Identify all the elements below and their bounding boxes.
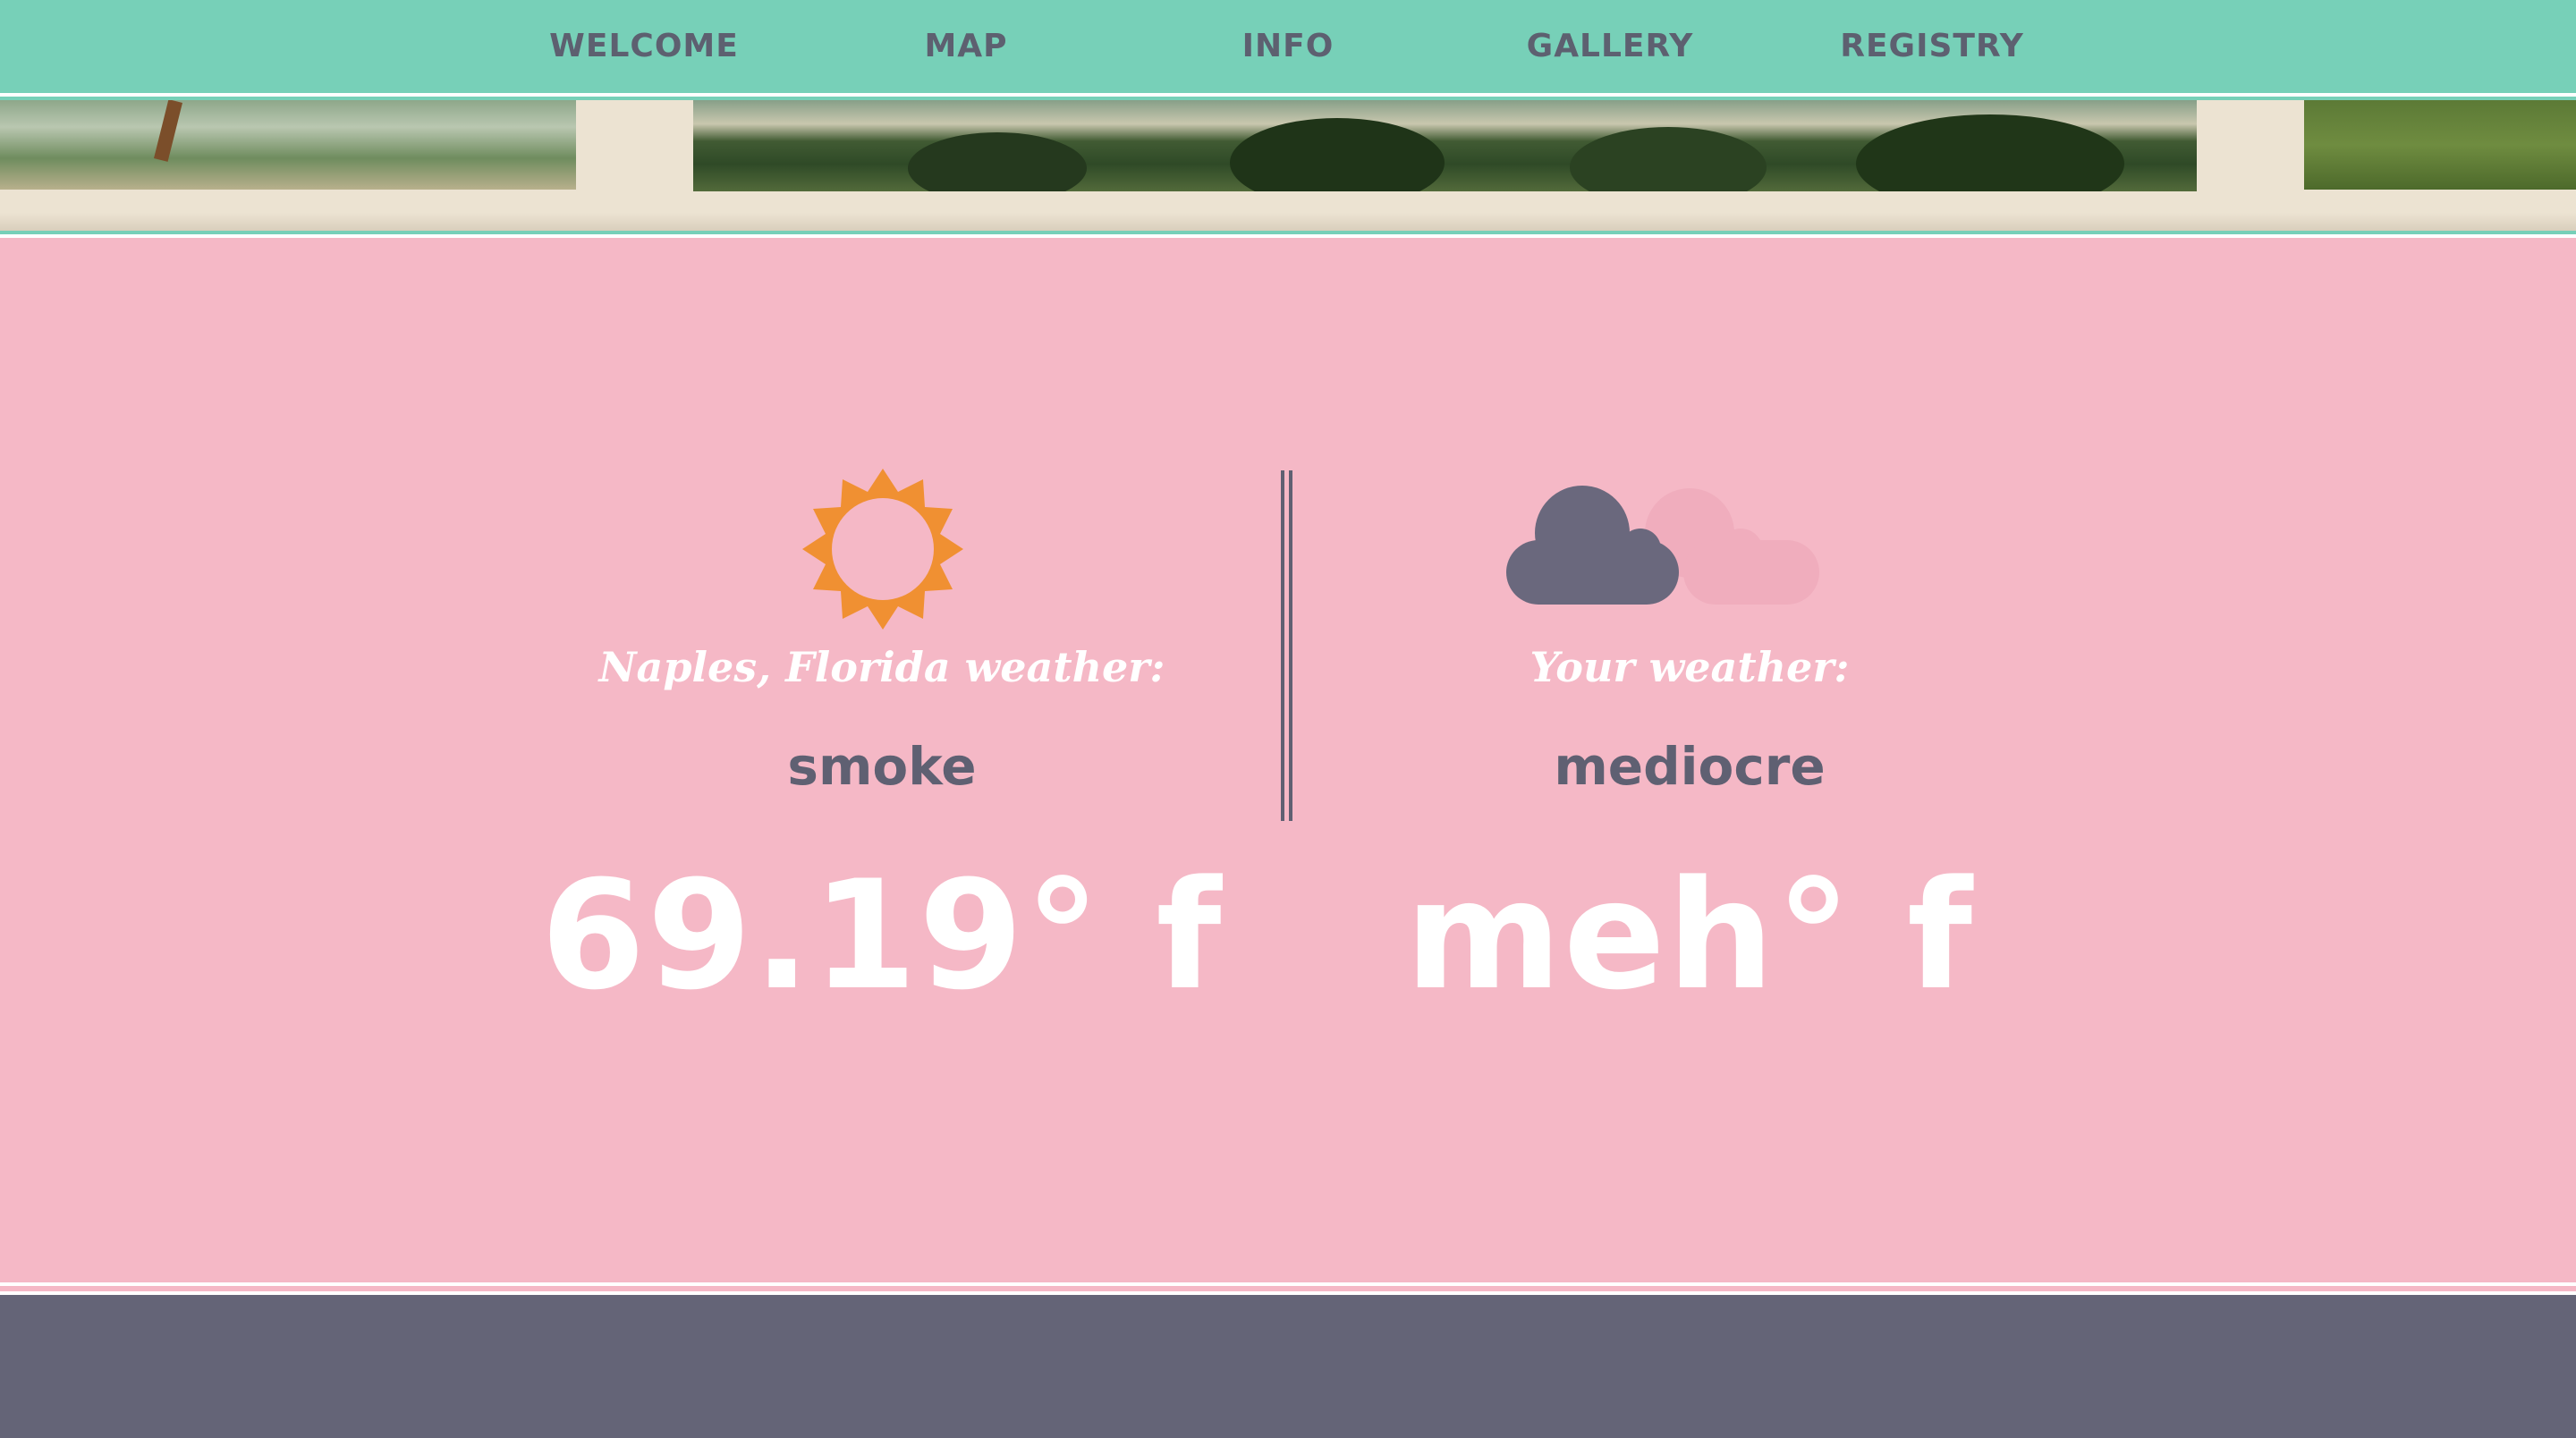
- shrub: [1570, 127, 1767, 191]
- shrub: [1230, 118, 1445, 191]
- postcard-border: [0, 213, 2576, 231]
- nav-items: WELCOME MAP INFO GALLERY REGISTRY: [0, 0, 2576, 93]
- sun-icon: [802, 469, 963, 630]
- local-weather-condition: smoke: [787, 736, 977, 797]
- postcard-photo-right: [2304, 100, 2576, 190]
- postcard-photo-center: [693, 100, 2197, 191]
- nav-item-welcome[interactable]: WELCOME: [510, 0, 778, 93]
- palm-trunk: [154, 100, 182, 162]
- page: WELCOME MAP INFO GALLERY REGISTRY Naples…: [0, 0, 2576, 1438]
- your-weather-column: Your weather: mediocre meh° f: [1287, 238, 2092, 1282]
- footer: [0, 1295, 2576, 1438]
- nav-item-info[interactable]: INFO: [1154, 0, 1422, 93]
- nav-item-registry[interactable]: REGISTRY: [1798, 0, 2066, 93]
- postcard-banner: [0, 100, 2576, 231]
- local-weather-label: Naples, Florida weather:: [598, 643, 1165, 691]
- your-weather-label: Your weather:: [1530, 643, 1850, 691]
- local-weather-column: Naples, Florida weather: smoke 69.19° f: [479, 238, 1284, 1282]
- top-nav: WELCOME MAP INFO GALLERY REGISTRY: [0, 0, 2576, 93]
- postcard-photo-left: [0, 100, 576, 190]
- sun-center: [832, 498, 934, 600]
- weather-section: Naples, Florida weather: smoke 69.19° f …: [0, 238, 2576, 1282]
- nav-item-gallery[interactable]: GALLERY: [1476, 0, 1744, 93]
- local-weather-temperature: 69.19° f: [540, 848, 1224, 1023]
- cloud-icon: [1506, 486, 1819, 605]
- shrub: [1856, 114, 2124, 191]
- nav-item-map[interactable]: MAP: [832, 0, 1100, 93]
- cloud-front: [1506, 486, 1679, 605]
- your-weather-condition: mediocre: [1554, 736, 1826, 797]
- shrub: [908, 132, 1087, 191]
- your-weather-temperature: meh° f: [1404, 848, 1975, 1023]
